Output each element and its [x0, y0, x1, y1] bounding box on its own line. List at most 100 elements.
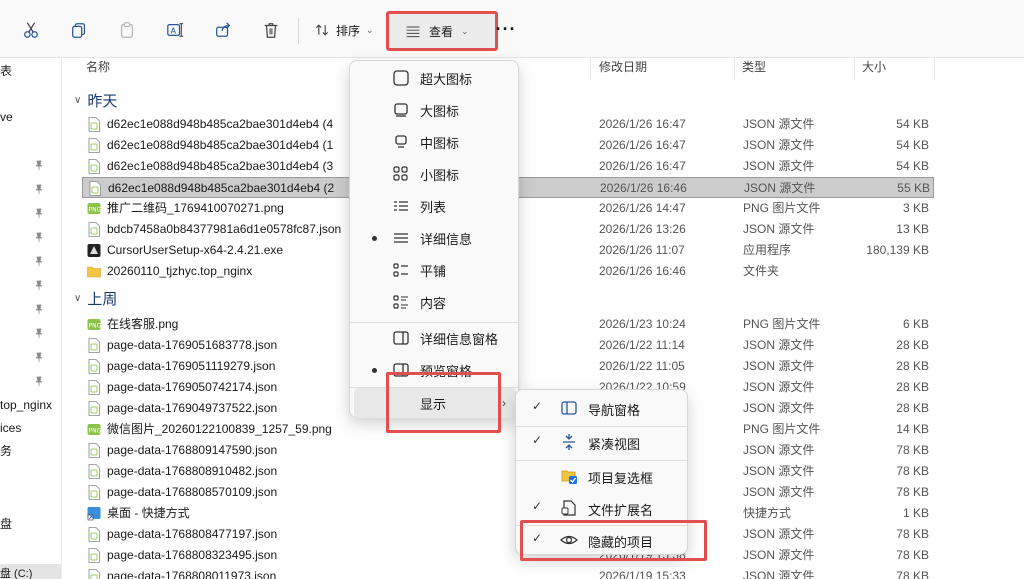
column-header-type[interactable]: 类型: [742, 58, 766, 78]
file-size: 78 KB: [896, 548, 929, 562]
file-name: page-data-1768808570109.json: [107, 485, 278, 499]
nav-drive-c[interactable]: 盘 (C:): [0, 564, 61, 579]
json-file-icon: [88, 527, 100, 542]
pin-icon: [35, 352, 43, 362]
menu-item-extra-large-icons[interactable]: 超大图标: [354, 63, 516, 93]
json-file-icon: [88, 443, 100, 458]
rename-button[interactable]: A: [161, 16, 189, 44]
json-file-icon: [88, 138, 100, 153]
pin-icon: [35, 184, 43, 194]
nav-item[interactable]: 务: [0, 440, 61, 462]
file-row[interactable]: page-data-1768808570109.json2026/1/19 15…: [82, 482, 934, 503]
file-type: JSON 源文件: [743, 527, 815, 541]
share-button[interactable]: [209, 16, 237, 44]
column-divider[interactable]: [934, 58, 935, 80]
group-header-last-week[interactable]: ∨ 上周: [74, 287, 117, 309]
command-bar: A 排序 ⌄ 查看 ⌄ ···: [0, 0, 1024, 58]
file-size: 28 KB: [896, 338, 929, 352]
nav-item[interactable]: ices: [0, 417, 61, 439]
file-row[interactable]: PNG微信图片_20260122100839_1257_59.png2026/1…: [82, 419, 934, 440]
file-type: 文件夹: [743, 264, 780, 278]
file-size: 1 KB: [902, 506, 929, 520]
file-type: JSON 源文件: [743, 359, 815, 373]
sort-label: 排序: [336, 23, 361, 38]
svg-text:PNG: PNG: [89, 428, 102, 435]
tiles-icon: [393, 263, 408, 277]
highlight-box-show: [386, 372, 501, 433]
file-type: 快捷方式: [743, 506, 792, 520]
item-checkbox-icon: [561, 470, 577, 484]
menu-item-tiles[interactable]: 平铺: [354, 255, 516, 285]
file-type: JSON 源文件: [743, 338, 815, 352]
file-type: JSON 源文件: [743, 401, 815, 415]
menu-item-small-icons[interactable]: 小图标: [354, 159, 516, 189]
json-file-icon: [88, 359, 100, 374]
cut-button[interactable]: [17, 16, 45, 44]
submenu-item-file-extensions[interactable]: ✓ 文件扩展名: [520, 493, 685, 523]
more-options-button[interactable]: ···: [494, 14, 518, 46]
json-file-icon: [88, 464, 100, 479]
file-type: JSON 源文件: [744, 181, 816, 195]
paste-button[interactable]: [113, 16, 141, 44]
file-size: 78 KB: [896, 443, 929, 457]
submenu-item-compact-view[interactable]: ✓ 紧凑视图: [520, 427, 685, 457]
file-row[interactable]: page-data-1768809147590.json2026/1/19 15…: [82, 440, 934, 461]
view-label: 查看: [429, 24, 454, 39]
file-size: 6 KB: [902, 317, 929, 331]
file-row[interactable]: page-data-1768808323495.json 2026/1/19 15…: [82, 545, 934, 566]
column-header-name[interactable]: 名称: [86, 58, 110, 78]
file-row[interactable]: page-data-1768808011973.json 2026/1/19 15…: [82, 566, 934, 579]
scissors-icon: [24, 22, 38, 38]
file-size: 28 KB: [896, 359, 929, 373]
png-file-icon: PNG: [87, 203, 101, 214]
file-row[interactable]: page-data-1768808477197.json2026/1/19 15…: [82, 524, 934, 545]
group-header-yesterday[interactable]: ∨ 昨天: [74, 89, 117, 111]
submenu-item-navigation-pane[interactable]: ✓ 导航窗格: [520, 393, 685, 423]
menu-item-content[interactable]: 内容: [354, 287, 516, 317]
file-row[interactable]: page-data-1768808910482.json2026/1/19 15…: [82, 461, 934, 482]
file-name: page-data-1769051683778.json: [107, 338, 278, 352]
column-header-date[interactable]: 修改日期: [599, 58, 647, 78]
menu-item-medium-icons[interactable]: 中图标: [354, 127, 516, 157]
menu-item-large-icons[interactable]: 大图标: [354, 95, 516, 125]
small-icons-icon: [393, 166, 408, 181]
nav-item[interactable]: 盘: [0, 513, 61, 535]
column-header-size[interactable]: 大小: [862, 58, 886, 78]
file-date: 2026/1/26 16:46: [600, 181, 687, 195]
nav-item[interactable]: 表: [0, 60, 61, 82]
menu-item-details[interactable]: 详细信息: [354, 223, 516, 253]
copy-button[interactable]: [65, 16, 93, 44]
file-size: 14 KB: [896, 422, 929, 436]
nav-item[interactable]: top_nginx: [0, 394, 61, 416]
column-divider[interactable]: [734, 58, 735, 80]
radio-dot-icon: [372, 367, 377, 373]
svg-text:A: A: [171, 26, 177, 36]
column-divider[interactable]: [854, 58, 855, 80]
nav-item[interactable]: ve: [0, 106, 61, 128]
file-size: 28 KB: [896, 401, 929, 415]
large-icons-icon: [394, 103, 408, 117]
pin-icon: [35, 376, 43, 386]
navigation-pane: 表 ve top_nginx ices 务 盘 盘 (C:): [0, 58, 62, 579]
file-size: 78 KB: [896, 464, 929, 478]
file-row[interactable]: 桌面 - 快捷方式2026/1/19 15:41快捷方式1 KB: [82, 503, 934, 524]
submenu-item-item-checkboxes[interactable]: 项目复选框: [520, 461, 685, 491]
menu-item-list[interactable]: 列表: [354, 191, 516, 221]
file-size: 3 KB: [902, 201, 929, 215]
file-size: 28 KB: [896, 380, 929, 394]
sort-button[interactable]: 排序 ⌄: [306, 14, 380, 46]
file-type: PNG 图片文件: [743, 422, 821, 436]
file-name: 推广二维码_1769410070271.png: [107, 201, 284, 215]
file-type: JSON 源文件: [743, 548, 815, 562]
delete-button[interactable]: [257, 16, 285, 44]
shortcut-icon: [87, 507, 101, 521]
content-icon: [393, 295, 408, 309]
view-button[interactable]: 查看 ⌄: [386, 11, 498, 51]
file-date: 2026/1/26 11:07: [599, 243, 685, 257]
file-name: page-data-1769050742174.json: [107, 380, 278, 394]
file-name: 20260110_tjzhyc.top_nginx: [107, 264, 253, 278]
menu-item-details-pane[interactable]: 详细信息窗格: [354, 323, 516, 353]
file-name: d62ec1e088d948b485ca2bae301d4eb4 (3: [107, 159, 334, 173]
column-divider[interactable]: [590, 58, 591, 80]
file-name: d62ec1e088d948b485ca2bae301d4eb4 (2: [108, 181, 335, 195]
